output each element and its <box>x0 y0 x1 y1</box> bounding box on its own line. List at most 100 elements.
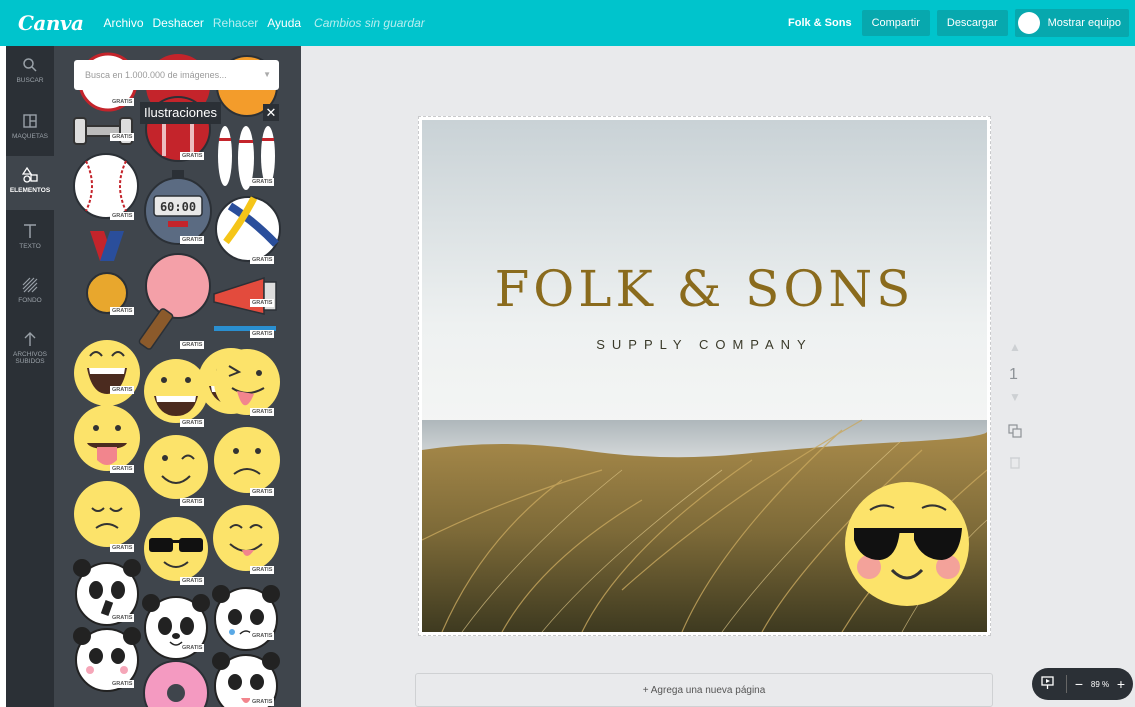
free-badge: GRATIS <box>180 152 205 160</box>
avatar <box>1017 12 1040 34</box>
free-badge: GRATIS <box>110 465 135 473</box>
free-badge: GRATIS <box>180 419 205 427</box>
download-button[interactable]: Descargar <box>936 10 1008 36</box>
page-tools-lower: ▼ <box>1008 390 1022 404</box>
free-badge: GRATIS <box>250 330 275 338</box>
show-team-button[interactable]: Mostrar equipo <box>1014 9 1129 37</box>
free-badge: GRATIS <box>250 698 275 706</box>
chevron-down-icon[interactable]: ▼ <box>263 70 271 79</box>
canva-logo[interactable]: Canva <box>18 11 84 35</box>
zoom-in-button[interactable]: + <box>1115 676 1127 692</box>
wink-emoji[interactable] <box>144 435 208 499</box>
upload-icon <box>24 332 36 346</box>
zoom-control: − 89 % + <box>1032 668 1133 700</box>
free-badge: GRATIS <box>250 632 275 640</box>
menu-ayuda[interactable]: Ayuda <box>267 16 301 30</box>
free-badge: GRATIS <box>180 644 205 652</box>
menu-deshacer[interactable]: Deshacer <box>153 16 204 30</box>
rail-label: ARCHIVOS SUBIDOS <box>13 351 47 365</box>
free-badge: GRATIS <box>180 577 205 585</box>
grin-emoji[interactable] <box>144 359 208 423</box>
free-badge: GRATIS <box>110 680 135 688</box>
sunglasses-emoji-sticker[interactable] <box>845 482 969 606</box>
rail-item-text[interactable]: TEXTO <box>6 212 54 266</box>
chevron-up-icon[interactable]: ▲ <box>1008 340 1022 354</box>
rail-item-uploads[interactable]: ARCHIVOS SUBIDOS <box>6 320 54 380</box>
rail-item-elements[interactable]: ELEMENTOS <box>6 156 54 210</box>
zoom-level[interactable]: 89 % <box>1085 680 1115 689</box>
volleyball-illustration[interactable] <box>215 196 281 262</box>
rail-label: MAQUETAS <box>12 133 48 140</box>
zoom-out-button[interactable]: − <box>1073 676 1085 692</box>
svg-text:60:00: 60:00 <box>160 200 196 214</box>
free-badge: GRATIS <box>250 299 275 307</box>
duplicate-icon <box>1008 424 1022 438</box>
present-icon[interactable] <box>1034 675 1060 693</box>
duplicate-page-button[interactable] <box>1008 424 1022 441</box>
shapes-icon <box>22 166 38 183</box>
free-badge: GRATIS <box>250 488 275 496</box>
illustrations-grid: 60:00 <box>73 52 281 707</box>
donut-illustration[interactable] <box>143 660 209 707</box>
beach-photo[interactable] <box>422 120 987 632</box>
free-badge: GRATIS <box>180 341 205 349</box>
free-badge: GRATIS <box>250 566 275 574</box>
menu-rehacer[interactable]: Rehacer <box>213 16 258 30</box>
design-subtitle[interactable]: SUPPLY COMPANY <box>422 337 987 352</box>
rail-label: BUSCAR <box>16 77 44 84</box>
baseball-illustration[interactable] <box>73 153 139 219</box>
text-icon <box>24 224 36 238</box>
rail-label: TEXTO <box>19 243 41 250</box>
panda-crying-emoji[interactable] <box>212 585 280 651</box>
rail-label: ELEMENTOS <box>9 187 51 194</box>
laughing-emoji[interactable] <box>74 340 140 406</box>
left-rail: BUSCAR MAQUETAS ELEMENTOS TEXTO FONDO AR… <box>6 46 54 707</box>
yum-emoji[interactable] <box>213 505 279 571</box>
free-badge: GRATIS <box>110 307 135 315</box>
menu-archivo[interactable]: Archivo <box>104 16 144 30</box>
top-right-actions: Folk & Sons Compartir Descargar Mostrar … <box>788 0 1129 46</box>
sunglasses-emoji[interactable] <box>144 517 208 581</box>
wink-tongue-emoji-2[interactable] <box>214 349 280 415</box>
close-icon[interactable]: ✕ <box>263 104 279 121</box>
rail-label: FONDO <box>18 297 42 304</box>
unsaved-status: Cambios sin guardar <box>314 16 425 30</box>
design-title[interactable]: FOLK & SONS <box>422 260 987 318</box>
add-page-button[interactable]: + Agrega una nueva página <box>415 673 993 707</box>
delete-page-button[interactable] <box>1008 455 1022 472</box>
stopwatch-illustration[interactable]: 60:00 <box>144 170 212 245</box>
sad-emoji[interactable] <box>214 427 280 493</box>
top-bar: Canva Archivo Deshacer Rehacer Ayuda Cam… <box>0 0 1135 46</box>
free-badge: GRATIS <box>180 498 205 506</box>
design-canvas[interactable]: FOLK & SONS SUPPLY COMPANY <box>418 116 991 636</box>
free-badge: GRATIS <box>110 614 135 622</box>
rail-item-layouts[interactable]: MAQUETAS <box>6 102 54 156</box>
search-icon <box>23 58 37 72</box>
design-page[interactable]: FOLK & SONS SUPPLY COMPANY <box>422 120 987 632</box>
free-badge: GRATIS <box>110 544 135 552</box>
rail-item-background[interactable]: FONDO <box>6 266 54 320</box>
background-icon <box>22 277 38 293</box>
pensive-emoji[interactable] <box>74 481 140 547</box>
tongue-out-emoji[interactable] <box>74 405 140 471</box>
free-badge: GRATIS <box>250 256 275 264</box>
share-button[interactable]: Compartir <box>861 10 930 36</box>
free-badge: GRATIS <box>110 386 135 394</box>
ping-pong-paddle-illustration[interactable] <box>138 253 211 350</box>
zoom-divider <box>1066 675 1067 693</box>
page-number: 1 <box>1009 366 1018 383</box>
document-name[interactable]: Folk & Sons <box>788 17 852 29</box>
page-tools: ▲ <box>1008 340 1022 354</box>
free-badge: GRATIS <box>180 236 205 244</box>
rail-item-search[interactable]: BUSCAR <box>6 46 54 100</box>
free-badge: GRATIS <box>250 408 275 416</box>
megaphone-illustration[interactable] <box>213 276 277 315</box>
free-badge: GRATIS <box>110 212 135 220</box>
search-input[interactable]: Busca en 1.000.000 de imágenes... ▼ <box>74 60 279 90</box>
trash-icon <box>1010 457 1020 469</box>
medal-illustration[interactable] <box>86 231 128 314</box>
chevron-down-icon[interactable]: ▼ <box>1008 390 1022 404</box>
free-badge: GRATIS <box>110 133 135 141</box>
search-placeholder: Busca en 1.000.000 de imágenes... <box>85 70 227 80</box>
elements-panel: 60:00 GRATIS GRATIS GRATIS GRATIS GRATIS… <box>54 46 301 707</box>
